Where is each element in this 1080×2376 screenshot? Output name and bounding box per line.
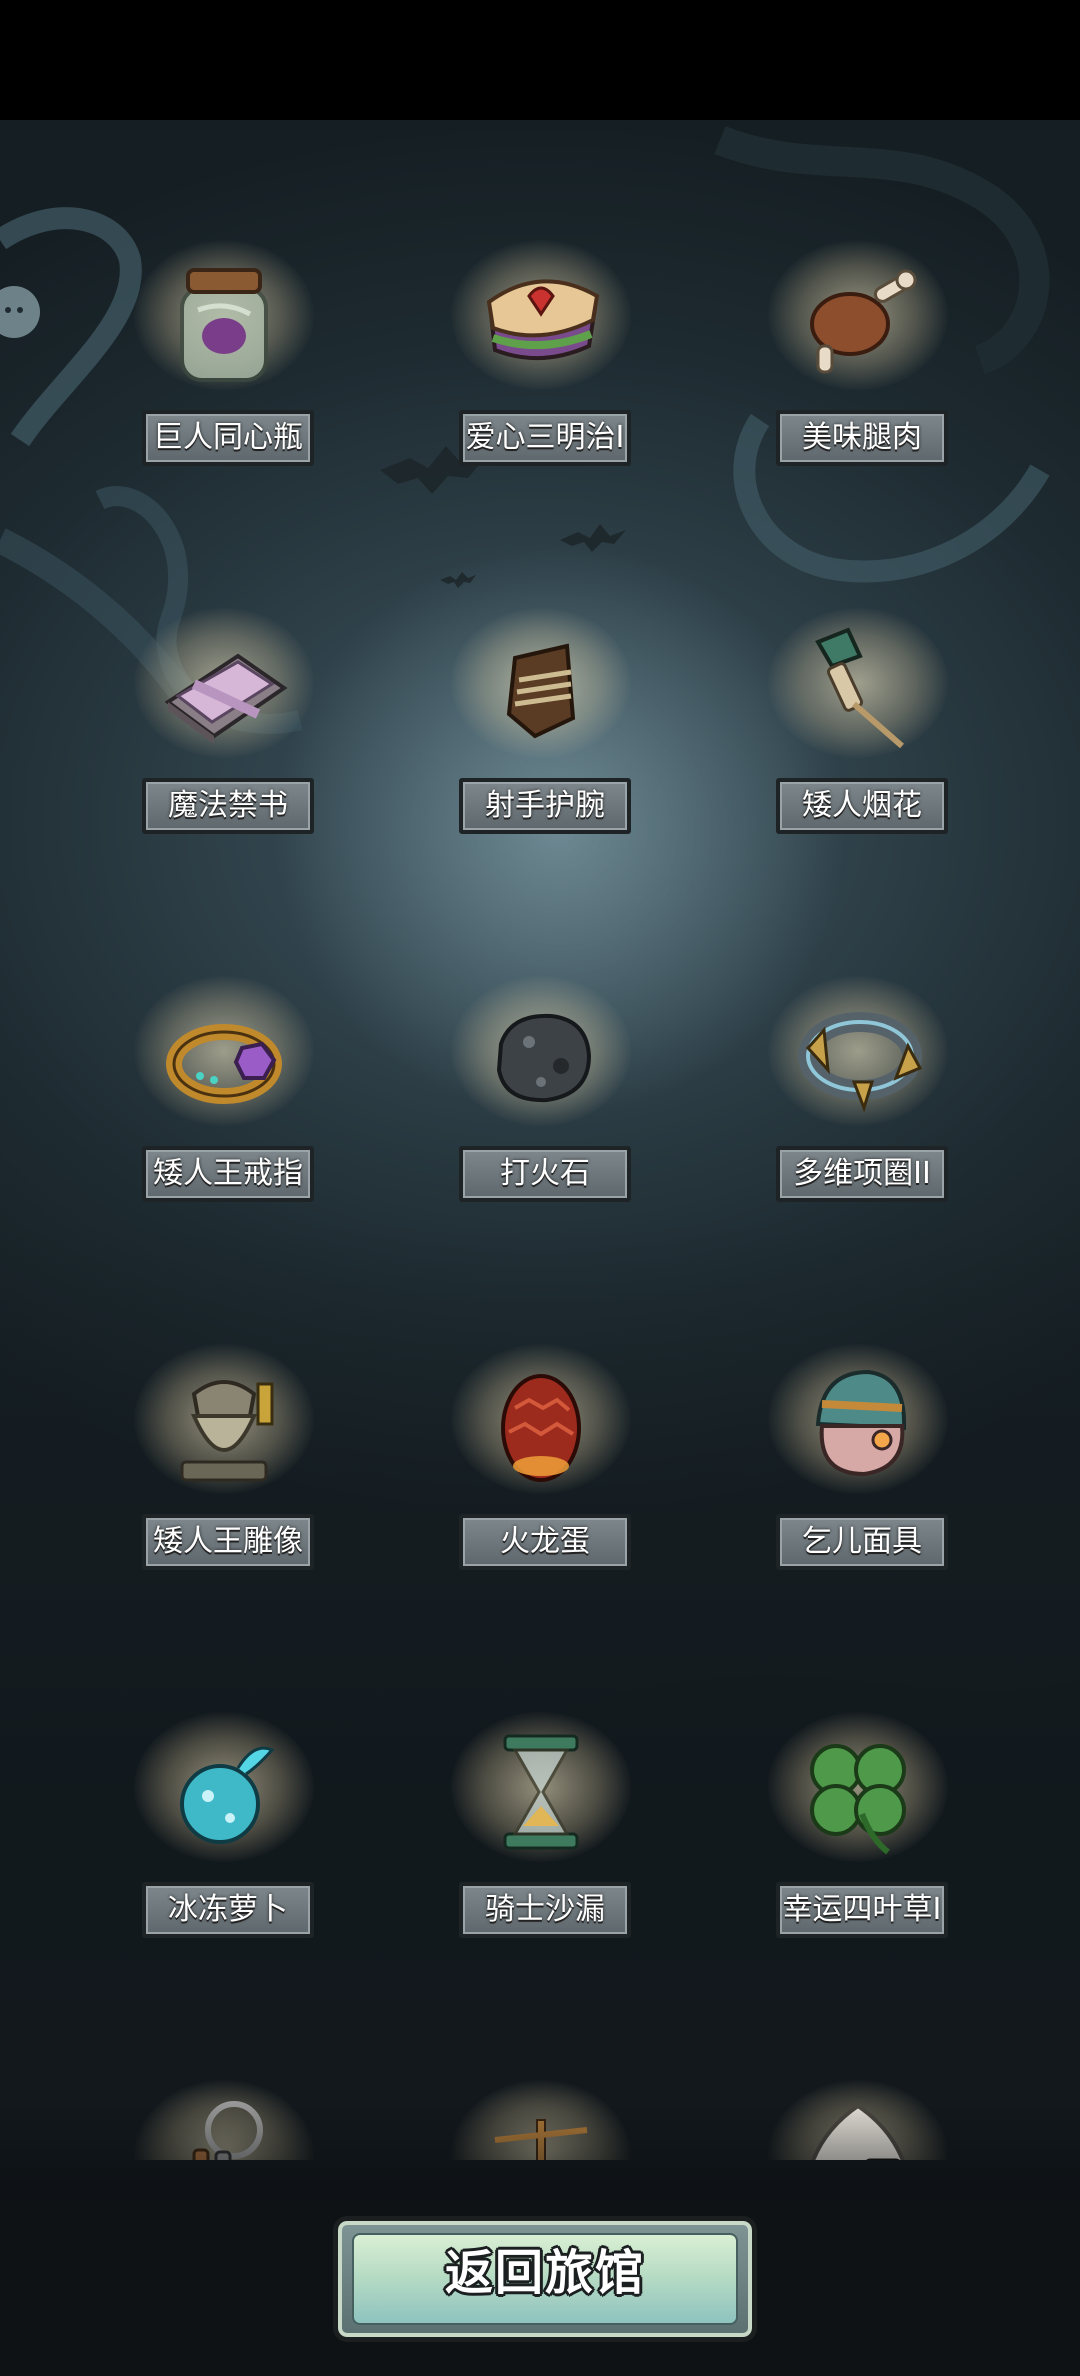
return-inn-button[interactable]: 返回旅馆 bbox=[333, 2216, 757, 2342]
item-card[interactable]: 冰冻萝卜 bbox=[94, 1662, 354, 1938]
flint-stone-icon bbox=[496, 1013, 592, 1103]
ring-icon bbox=[166, 1024, 282, 1104]
item-label: 火龙蛋 bbox=[459, 1514, 631, 1570]
beggar-mask-icon bbox=[815, 1369, 907, 1477]
item-card[interactable]: 魔法禁书 bbox=[94, 558, 354, 834]
frozen-radish-icon bbox=[180, 1746, 275, 1844]
item-card[interactable]: 幸运四叶草I bbox=[728, 1662, 988, 1938]
item-label: 骑士沙漏 bbox=[459, 1882, 631, 1938]
item-card[interactable]: 打火石 bbox=[411, 926, 671, 1202]
item-card[interactable]: 爱心三明治I bbox=[411, 190, 671, 466]
item-grid: 巨人同心瓶 爱心三明治I 美味腿肉 魔法禁书 射手护腕 矮人烟花 矮人王戒指 打… bbox=[0, 120, 1080, 2160]
clover-icon bbox=[810, 1744, 906, 1855]
dragon-egg-icon bbox=[501, 1374, 581, 1482]
item-label: 魔法禁书 bbox=[142, 778, 314, 834]
item-label: 矮人王戒指 bbox=[142, 1146, 314, 1202]
item-label: 幸运四叶草I bbox=[776, 1882, 948, 1938]
item-card[interactable]: 矮人王戒指 bbox=[94, 926, 354, 1202]
item-card[interactable]: 矮人王雕像 bbox=[94, 1294, 354, 1570]
item-card[interactable]: 火龙蛋 bbox=[411, 1294, 671, 1570]
item-card[interactable]: 乞儿面具 bbox=[728, 1294, 988, 1570]
spellbook-icon bbox=[164, 653, 288, 744]
item-card[interactable]: 骑士沙漏 bbox=[411, 1662, 671, 1938]
item-label: 打火石 bbox=[459, 1146, 631, 1202]
firework-icon bbox=[815, 627, 904, 749]
item-label: 矮人王雕像 bbox=[142, 1514, 314, 1570]
item-card[interactable]: 多维项圈II bbox=[728, 926, 988, 1202]
item-card[interactable]: 巨人同心瓶 bbox=[94, 190, 354, 466]
return-inn-label: 返回旅馆 bbox=[444, 2245, 645, 2301]
dwarf-statue-icon bbox=[180, 1380, 274, 1482]
collar-icon bbox=[798, 1012, 923, 1113]
item-label: 冰冻萝卜 bbox=[142, 1882, 314, 1938]
status-bar bbox=[0, 0, 1080, 120]
item-card[interactable]: 美味腿肉 bbox=[728, 190, 988, 466]
item-label: 矮人烟花 bbox=[776, 778, 948, 834]
item-label: 射手护腕 bbox=[459, 778, 631, 834]
item-label: 巨人同心瓶 bbox=[142, 410, 314, 466]
meat-leg-icon bbox=[810, 269, 917, 374]
jar-icon bbox=[180, 268, 268, 382]
item-label: 爱心三明治I bbox=[459, 410, 631, 466]
hourglass-icon bbox=[503, 1734, 579, 1850]
item-label: 乞儿面具 bbox=[776, 1514, 948, 1570]
item-card[interactable]: 射手护腕 bbox=[411, 558, 671, 834]
item-label: 美味腿肉 bbox=[776, 410, 948, 466]
sandwich-icon bbox=[486, 279, 600, 360]
item-card[interactable]: 矮人烟花 bbox=[728, 558, 988, 834]
item-label: 多维项圈II bbox=[776, 1146, 948, 1202]
bracer-icon bbox=[506, 643, 576, 739]
